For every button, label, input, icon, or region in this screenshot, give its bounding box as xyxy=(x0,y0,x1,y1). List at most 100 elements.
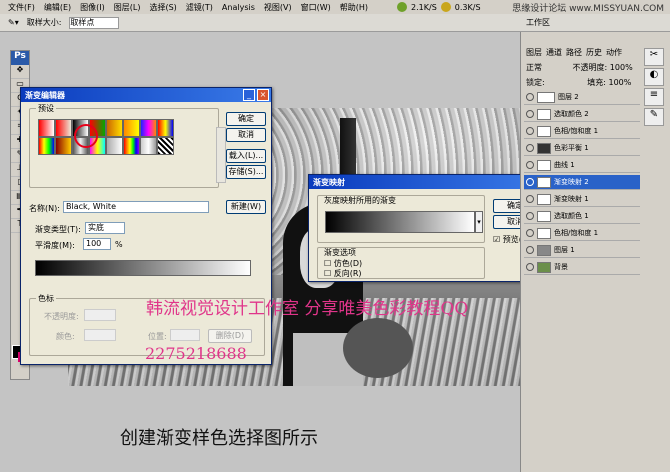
eye-icon[interactable] xyxy=(526,263,534,271)
sample-size-select[interactable] xyxy=(69,16,120,29)
menu-filter[interactable]: 滤镜(T) xyxy=(186,2,213,13)
channels-icon[interactable]: ≡ xyxy=(644,88,664,106)
smoothness-field[interactable]: 100 xyxy=(83,238,111,250)
chevron-down-icon[interactable]: ▾ xyxy=(475,211,483,233)
preset-swatch[interactable] xyxy=(157,119,174,137)
preset-swatch[interactable] xyxy=(157,137,174,155)
eyedropper-icon[interactable]: ✎▾ xyxy=(8,18,19,27)
eye-icon[interactable] xyxy=(526,178,534,186)
menu-file[interactable]: 文件(F) xyxy=(8,2,35,13)
brush-icon[interactable]: ✎ xyxy=(644,108,664,126)
blend-mode-select[interactable]: 正常 xyxy=(526,63,542,72)
layer-thumbnail xyxy=(537,91,555,103)
preset-swatch[interactable] xyxy=(123,137,140,155)
layer-name: 图层 2 xyxy=(558,93,579,101)
preset-swatch[interactable] xyxy=(106,119,123,137)
layer-row[interactable]: 选取颜色 1 xyxy=(524,209,640,224)
menu-image[interactable]: 图像(I) xyxy=(80,2,105,13)
cancel-button[interactable]: 取消 xyxy=(226,128,266,142)
layer-row[interactable]: 图层 2 xyxy=(524,90,640,105)
eye-icon[interactable] xyxy=(526,93,534,101)
menu-analysis[interactable]: Analysis xyxy=(222,3,255,12)
eye-icon[interactable] xyxy=(526,212,534,220)
preset-swatch[interactable] xyxy=(106,137,123,155)
gradient-map-preview[interactable] xyxy=(325,211,475,233)
layer-name: 选取颜色 1 xyxy=(554,212,589,220)
photo-hat xyxy=(343,318,413,378)
layer-row[interactable]: 曲线 1 xyxy=(524,158,640,173)
preset-swatch[interactable] xyxy=(38,137,55,155)
preset-swatch[interactable] xyxy=(123,119,140,137)
new-button[interactable]: 新建(W) xyxy=(226,200,266,214)
preset-swatch[interactable] xyxy=(55,119,72,137)
layer-row[interactable]: 背景 xyxy=(524,260,640,275)
gradient-map-titlebar[interactable]: 渐变映射 xyxy=(309,175,547,189)
workspace-button[interactable]: 工作区 xyxy=(526,17,550,28)
menu-layer[interactable]: 图层(L) xyxy=(114,2,141,13)
ps-logo: Ps xyxy=(11,51,29,65)
preset-swatch[interactable] xyxy=(38,119,55,137)
reverse-checkbox[interactable]: ☐ 反向(R) xyxy=(324,268,362,279)
layer-row[interactable]: 色相/饱和度 1 xyxy=(524,124,640,139)
move-tool-icon[interactable]: ✥ xyxy=(11,65,29,79)
gradient-type-select[interactable]: 实底 xyxy=(85,222,125,234)
blend-opacity-row: 正常 不透明度: 100% xyxy=(526,62,633,73)
load-button[interactable]: 载入(L)... xyxy=(226,149,266,163)
gradient-type-label: 渐变类型(T): xyxy=(35,225,81,234)
menu-edit[interactable]: 编辑(E) xyxy=(44,2,71,13)
menu-select[interactable]: 选择(S) xyxy=(149,2,176,13)
minimize-icon[interactable]: _ xyxy=(243,89,255,101)
close-icon[interactable]: × xyxy=(257,89,269,101)
name-label: 名称(N): xyxy=(29,204,60,213)
layer-row[interactable]: 选取颜色 2 xyxy=(524,107,640,122)
color-field[interactable] xyxy=(84,329,116,341)
eye-icon[interactable] xyxy=(526,127,534,135)
menu-window[interactable]: 窗口(W) xyxy=(301,2,331,13)
color-label: 颜色: xyxy=(56,332,75,341)
layer-row[interactable]: 图层 1 xyxy=(524,243,640,258)
tools-icon[interactable]: ✂ xyxy=(644,48,664,66)
layer-row-selected[interactable]: 渐变映射 2 xyxy=(524,175,640,190)
tab-history[interactable]: 历史 xyxy=(586,47,602,58)
gradient-options-label: 渐变选项 xyxy=(324,248,356,257)
layer-row[interactable]: 色彩平衡 1 xyxy=(524,141,640,156)
layer-name: 渐变映射 1 xyxy=(554,195,589,203)
preset-swatch[interactable] xyxy=(140,119,157,137)
preset-swatch[interactable] xyxy=(55,137,72,155)
dither-label: 仿色(D) xyxy=(333,259,363,268)
eye-icon[interactable] xyxy=(526,110,534,118)
qq-number: 2275218688 xyxy=(145,344,247,363)
presets-scrollbar[interactable] xyxy=(216,127,226,183)
eye-icon[interactable] xyxy=(526,229,534,237)
tab-paths[interactable]: 路径 xyxy=(566,47,582,58)
layer-thumbnail xyxy=(537,261,551,273)
layer-row[interactable]: 渐变映射 1 xyxy=(524,192,640,207)
eye-icon[interactable] xyxy=(526,246,534,254)
fill-value[interactable]: 100% xyxy=(609,78,632,87)
tab-channels[interactable]: 通道 xyxy=(546,47,562,58)
menu-view[interactable]: 视图(V) xyxy=(264,2,292,13)
eye-icon[interactable] xyxy=(526,161,534,169)
adjust-icon[interactable]: ◐ xyxy=(644,68,664,86)
options-bar: ✎▾ 取样大小: 工作区 xyxy=(0,14,670,32)
tab-actions[interactable]: 动作 xyxy=(606,47,622,58)
menu-help[interactable]: 帮助(H) xyxy=(340,2,368,13)
eye-icon[interactable] xyxy=(526,144,534,152)
smoothness-label: 平滑度(M): xyxy=(35,241,75,250)
save-button[interactable]: 存储(S)... xyxy=(226,165,266,179)
preset-swatch[interactable] xyxy=(140,137,157,155)
opacity-field[interactable] xyxy=(84,309,116,321)
layer-name: 色相/饱和度 1 xyxy=(554,229,599,237)
sample-size-label: 取样大小: xyxy=(26,18,62,27)
layer-row[interactable]: 色相/饱和度 1 xyxy=(524,226,640,241)
opacity-value[interactable]: 100% xyxy=(610,63,633,72)
ok-button[interactable]: 确定 xyxy=(226,112,266,126)
location-field[interactable] xyxy=(170,329,200,341)
gradient-editor-titlebar[interactable]: 渐变编辑器 xyxy=(21,88,271,102)
smoothness-unit: % xyxy=(115,240,123,249)
delete-button[interactable]: 删除(D) xyxy=(208,329,252,343)
tab-layers[interactable]: 图层 xyxy=(526,47,542,58)
name-field[interactable]: Black, White xyxy=(63,201,209,213)
gradient-preview-bar[interactable] xyxy=(35,260,251,276)
eye-icon[interactable] xyxy=(526,195,534,203)
